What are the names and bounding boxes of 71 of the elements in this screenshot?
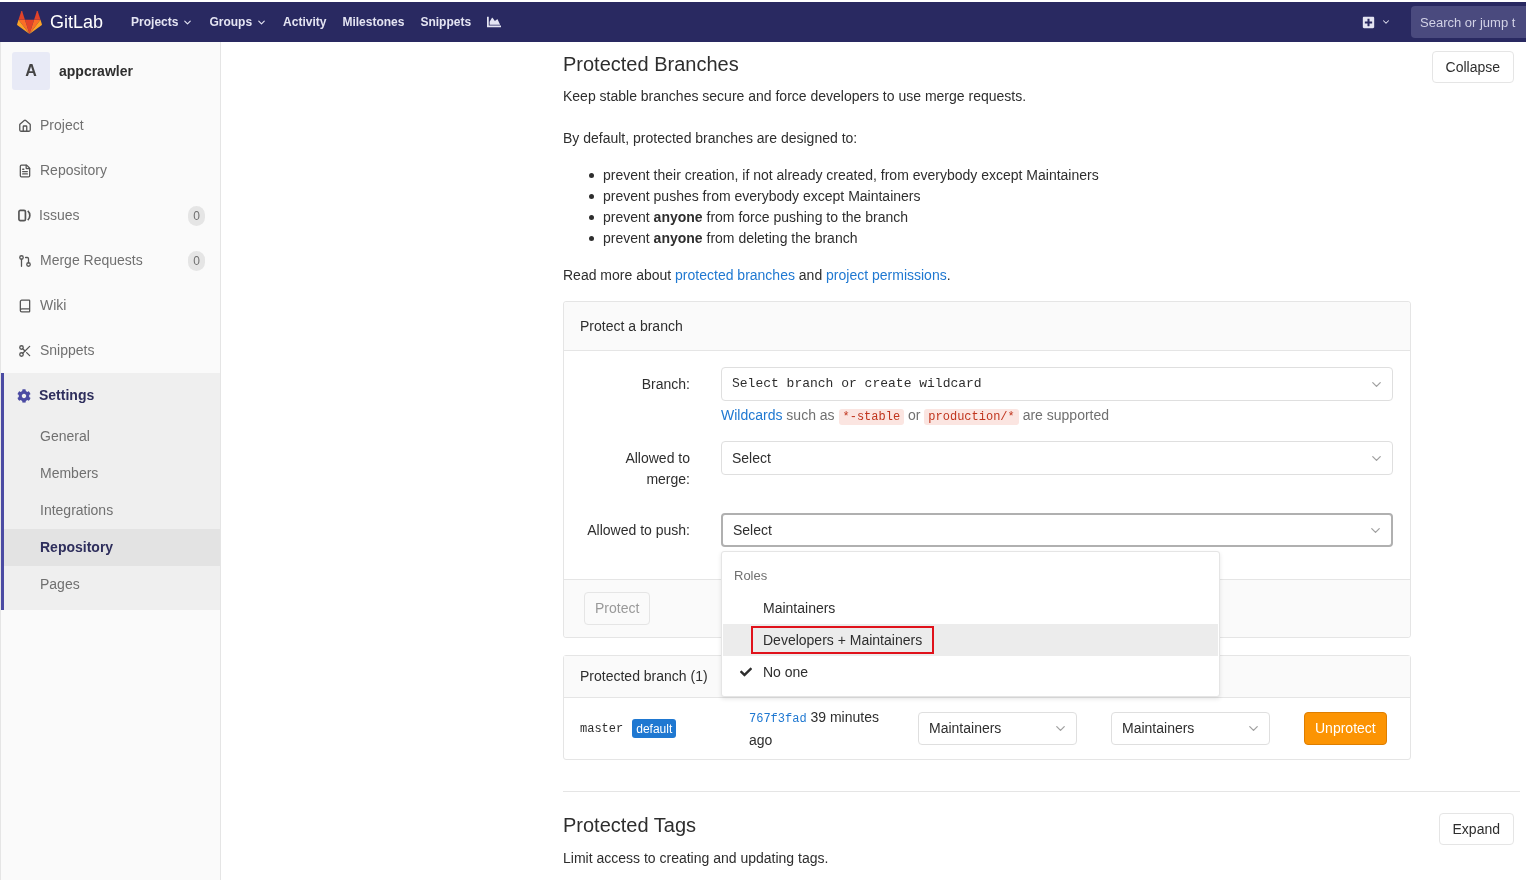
default-badge: default	[632, 719, 677, 738]
sidebar-item[interactable]: Settings	[4, 373, 220, 418]
sidebar-subitem[interactable]: General	[4, 418, 220, 455]
dropdown-item[interactable]: Developers + Maintainers	[723, 624, 1218, 656]
gitlab-home-link[interactable]: GitLab	[17, 8, 104, 36]
home-icon	[18, 118, 32, 133]
bullet-icon	[589, 215, 594, 220]
branch-name: master	[580, 720, 624, 738]
rule-text: prevent pushes from everybody except Maintainers	[603, 187, 921, 206]
wildcard-hint: Wildcards such as *-stable or production/* are supported	[721, 406, 1111, 427]
bullet-icon	[589, 194, 594, 199]
settings-icon	[17, 388, 31, 403]
chevron-down-icon	[1381, 17, 1391, 27]
book-icon	[18, 298, 32, 313]
commit-info: 767f3fad 39 minutes ago	[749, 707, 880, 750]
nav-link[interactable]: Projects	[131, 13, 194, 31]
menu-header: Roles	[733, 567, 769, 586]
count-badge: 0	[188, 205, 205, 226]
field-label: Allowed to merge:	[624, 449, 690, 489]
role-select[interactable]: Maintainers	[918, 712, 1077, 745]
nav-link[interactable]: Groups	[209, 13, 268, 31]
nav-link[interactable]: Snippets	[420, 13, 472, 31]
sidebar-item[interactable]: Issues 0	[1, 193, 220, 238]
expand-button[interactable]: Expand	[1438, 813, 1514, 845]
sidebar-item[interactable]: Project	[1, 103, 220, 148]
file-icon	[18, 163, 32, 178]
bullet-icon	[589, 173, 594, 178]
rule-text: prevent anyone from deleting the branch	[603, 229, 858, 248]
field-label: Allowed to push:	[586, 521, 690, 540]
merge-request-icon	[18, 253, 32, 268]
docs-link[interactable]: project permissions	[826, 267, 947, 283]
intro-text: By default, protected branches are designed to:	[563, 129, 859, 148]
sidebar-item[interactable]: Repository	[1, 148, 220, 193]
docs-link[interactable]: protected branches	[675, 267, 795, 283]
select-dropdown[interactable]: Select	[721, 513, 1393, 547]
commit-link[interactable]: 767f3fad	[749, 711, 807, 726]
sidebar-item[interactable]: Merge Requests 0	[1, 238, 220, 283]
project-avatar: A	[12, 52, 50, 90]
select-dropdown[interactable]: Select	[721, 441, 1393, 475]
fox-logo-icon	[17, 10, 42, 34]
issues-icon	[18, 209, 31, 222]
sidebar-subitem[interactable]: Pages	[4, 566, 220, 603]
count-badge: 0	[188, 250, 205, 271]
nav-link[interactable]: Milestones	[342, 13, 405, 31]
wildcards-link[interactable]: Wildcards	[721, 407, 783, 423]
sidebar-subitem[interactable]: Repository	[4, 529, 220, 566]
sidebar-item[interactable]: Snippets	[1, 328, 220, 373]
role-select[interactable]: Maintainers	[1111, 712, 1270, 745]
section-title: Protected Branches	[563, 52, 740, 76]
read-more-text: Read more about protected branches and project permissions.	[563, 266, 952, 285]
scissors-icon	[18, 343, 32, 358]
sidebar-subitem[interactable]: Members	[4, 455, 220, 492]
select-dropdown[interactable]: Select branch or create wildcard	[721, 367, 1393, 401]
rule-text: prevent anyone from force pushing to the branch	[603, 208, 909, 227]
section-description: Keep stable branches secure and force developers to use merge requests.	[563, 87, 1028, 106]
project-name: appcrawler	[59, 61, 133, 81]
card-title: Protected branch (1)	[580, 667, 708, 686]
rule-text: prevent their creation, if not already created, from everybody except Maintainers	[603, 166, 1099, 185]
search-field[interactable]: Search or jump t	[1411, 6, 1526, 38]
collapse-button[interactable]: Collapse	[1431, 51, 1514, 83]
sidebar-subitem[interactable]: Integrations	[4, 492, 220, 529]
section-description: Limit access to creating and updating tags.	[563, 849, 830, 868]
nav-link[interactable]: Activity	[283, 13, 327, 31]
bullet-icon	[589, 236, 594, 241]
chart-icon[interactable]	[487, 15, 502, 29]
sidebar-item[interactable]: Wiki	[1, 283, 220, 328]
card-title: Protect a branch	[580, 316, 683, 336]
field-label: Branch:	[640, 375, 690, 394]
section-title: Protected Tags	[563, 813, 698, 837]
code-snippet: production/*	[924, 409, 1019, 425]
code-snippet: *-stable	[838, 409, 905, 425]
